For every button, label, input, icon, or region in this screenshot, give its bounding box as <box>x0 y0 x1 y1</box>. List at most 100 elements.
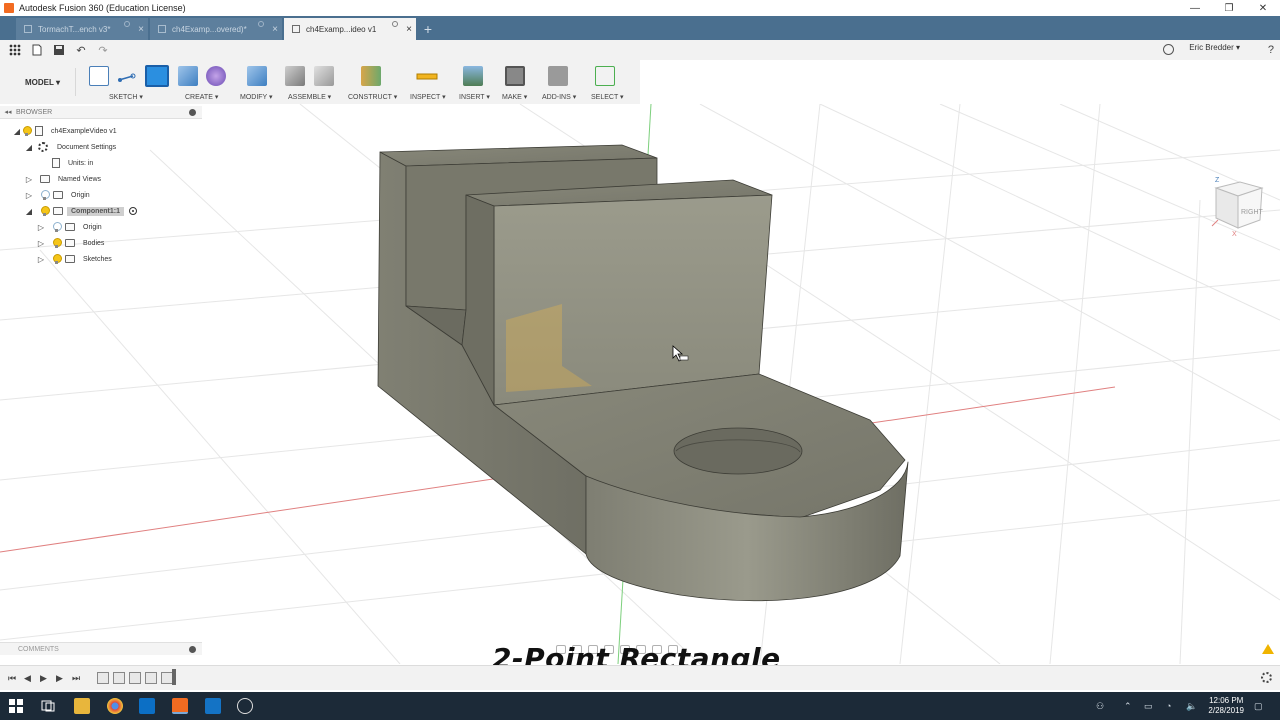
tree-item-units[interactable]: Units: in <box>52 155 93 171</box>
document-tab[interactable]: TormachT...ench v3* × <box>16 18 148 40</box>
document-tab-active[interactable]: ch4Examp...ideo v1 × <box>284 18 416 40</box>
battery-icon[interactable]: ▭ <box>1144 701 1153 712</box>
data-panel-button[interactable] <box>8 43 22 57</box>
redo-button[interactable]: ↷ <box>96 43 110 57</box>
file-menu-button[interactable] <box>30 43 44 57</box>
pin-icon[interactable] <box>189 109 196 116</box>
minimize-button[interactable]: — <box>1178 0 1212 16</box>
visibility-bulb-icon[interactable] <box>52 222 62 232</box>
extrude-icon[interactable] <box>178 66 198 86</box>
part-body[interactable] <box>377 144 909 602</box>
timeline-play-button[interactable]: ▶ <box>40 673 47 684</box>
expand-right-icon[interactable]: ▷ <box>24 175 34 184</box>
tree-item-sketches[interactable]: ▷ Sketches <box>36 251 112 267</box>
volume-icon[interactable]: 🔈 <box>1186 701 1197 712</box>
offset-plane-icon[interactable] <box>361 66 381 86</box>
expand-down-icon[interactable]: ◢ <box>24 143 34 152</box>
new-component-icon[interactable] <box>285 66 305 86</box>
view-cube[interactable]: Z RIGHT X <box>1210 174 1270 245</box>
expand-right-icon[interactable]: ▷ <box>36 255 46 264</box>
select-icon[interactable] <box>595 66 615 86</box>
press-pull-icon[interactable] <box>247 66 267 86</box>
tree-item-origin[interactable]: ▷ Origin <box>24 187 90 203</box>
timeline-feature-extrude[interactable] <box>145 672 157 684</box>
visibility-bulb-icon[interactable] <box>22 126 32 136</box>
maximize-button[interactable]: ❐ <box>1212 0 1246 16</box>
timeline-marker[interactable] <box>172 669 176 685</box>
line-tool-icon[interactable] <box>117 66 137 86</box>
sketch-menu[interactable]: SKETCH ▾ <box>109 93 143 101</box>
undo-button[interactable]: ↶ <box>74 43 88 57</box>
help-button[interactable]: ? <box>1268 44 1274 56</box>
insert-image-icon[interactable] <box>463 66 483 86</box>
visibility-bulb-icon[interactable] <box>52 238 62 248</box>
close-tab-icon[interactable]: × <box>134 24 148 35</box>
collapse-panel-icon[interactable]: ◂◂ <box>0 108 16 116</box>
people-icon[interactable]: ⚇ <box>1096 701 1104 712</box>
model-canvas[interactable] <box>0 103 1280 665</box>
timeline-feature-sketch[interactable] <box>97 672 109 684</box>
timeline-last-button[interactable]: ⏭ <box>72 673 80 684</box>
windows-start-icon[interactable] <box>8 698 24 714</box>
modify-menu[interactable]: MODIFY ▾ <box>240 93 273 101</box>
save-button[interactable] <box>52 43 66 57</box>
user-account-menu[interactable]: Eric Bredder ▾ <box>1189 43 1240 52</box>
timeline-next-button[interactable]: ▶ <box>56 673 63 684</box>
task-view-icon[interactable] <box>40 698 56 714</box>
make-menu[interactable]: MAKE ▾ <box>502 93 527 101</box>
close-tab-icon[interactable]: × <box>268 24 282 35</box>
create-menu[interactable]: CREATE ▾ <box>185 93 218 101</box>
clock-app-icon[interactable] <box>237 698 253 714</box>
fusion-taskbar-icon[interactable] <box>172 698 188 714</box>
expand-down-icon[interactable]: ◢ <box>24 207 34 216</box>
timeline-feature-sketch[interactable] <box>129 672 141 684</box>
visibility-bulb-icon[interactable] <box>40 206 50 216</box>
scripts-addins-icon[interactable] <box>548 66 568 86</box>
tree-item-document-settings[interactable]: ◢ Document Settings <box>24 139 116 155</box>
3d-viewport[interactable]: Z RIGHT X <box>0 103 1280 665</box>
file-explorer-icon[interactable] <box>74 698 90 714</box>
browser-panel-header[interactable]: ◂◂ BROWSER <box>0 106 202 119</box>
tree-item-bodies[interactable]: ▷ Bodies <box>36 235 104 251</box>
outlook-icon[interactable] <box>139 698 155 714</box>
timeline-first-button[interactable]: ⏮ <box>8 673 16 684</box>
create-sketch-icon[interactable] <box>89 66 109 86</box>
expand-right-icon[interactable]: ▷ <box>36 239 46 248</box>
tree-item-comp-origin[interactable]: ▷ Origin <box>36 219 102 235</box>
new-tab-button[interactable]: + <box>418 18 438 40</box>
assemble-menu[interactable]: ASSEMBLE ▾ <box>288 93 331 101</box>
workspace-switcher[interactable]: MODEL ▾ <box>10 68 76 96</box>
warning-icon[interactable] <box>1262 644 1274 654</box>
joint-icon[interactable] <box>314 66 334 86</box>
tree-root[interactable]: ◢ ch4ExampleVideo v1 <box>12 123 117 139</box>
job-status-icon[interactable] <box>1163 44 1174 55</box>
document-tab[interactable]: ch4Examp...overed)* × <box>150 18 282 40</box>
activate-component-icon[interactable] <box>129 207 137 215</box>
wifi-icon[interactable]: ◔ <box>1166 701 1171 711</box>
timeline-feature-extrude[interactable] <box>113 672 125 684</box>
outlook-alt-icon[interactable] <box>205 698 221 714</box>
rectangle-tool-icon[interactable] <box>145 65 169 87</box>
visibility-bulb-icon[interactable] <box>40 190 50 200</box>
timeline-settings-gear-icon[interactable] <box>1261 672 1272 683</box>
close-window-button[interactable]: ✕ <box>1246 0 1280 16</box>
system-clock[interactable]: 12:06 PM 2/28/2019 <box>1208 696 1244 716</box>
expand-down-icon[interactable]: ◢ <box>12 127 22 136</box>
add-ins-menu[interactable]: ADD-INS ▾ <box>542 93 576 101</box>
notifications-icon[interactable]: ▢ <box>1254 701 1263 712</box>
tray-overflow-icon[interactable]: ⌃ <box>1124 701 1132 712</box>
tree-item-named-views[interactable]: ▷ Named Views <box>24 171 101 187</box>
insert-menu[interactable]: INSERT ▾ <box>459 93 490 101</box>
tree-item-component[interactable]: ◢ Component1:1 <box>24 203 137 219</box>
pin-icon[interactable] <box>189 646 196 653</box>
expand-right-icon[interactable]: ▷ <box>36 223 46 232</box>
chrome-icon[interactable] <box>107 698 123 714</box>
visibility-bulb-icon[interactable] <box>52 254 62 264</box>
comments-panel-header[interactable]: COMMENTS <box>0 642 202 655</box>
inspect-menu[interactable]: INSPECT ▾ <box>410 93 446 101</box>
3d-print-icon[interactable] <box>505 66 525 86</box>
measure-icon[interactable] <box>416 66 438 86</box>
expand-right-icon[interactable]: ▷ <box>24 191 34 200</box>
form-icon[interactable] <box>206 66 226 86</box>
close-tab-icon[interactable]: × <box>402 24 416 35</box>
